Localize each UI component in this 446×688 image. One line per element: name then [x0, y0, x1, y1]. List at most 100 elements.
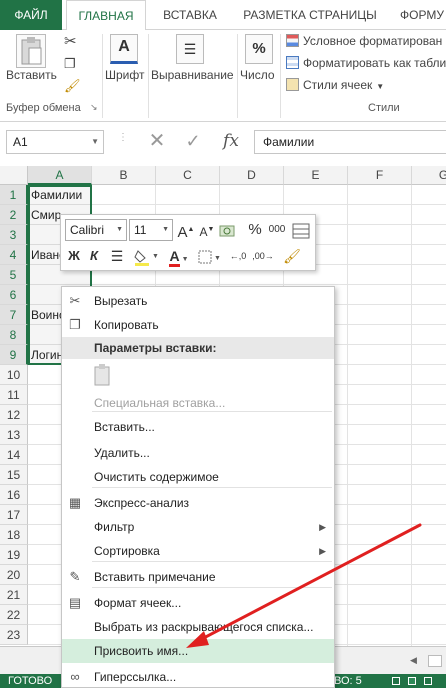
cell-styles-button[interactable]: Стили ячеек ▼: [286, 78, 384, 92]
column-header-e[interactable]: E: [284, 166, 348, 185]
align-center-icon[interactable]: ☰: [107, 245, 127, 267]
conditional-formatting-button[interactable]: Условное форматирован: [286, 34, 442, 48]
menu-item-sort[interactable]: Сортировка ▶: [62, 539, 334, 563]
formula-input[interactable]: Фамилии: [254, 130, 446, 154]
font-group-button[interactable]: Шрифт: [105, 68, 144, 82]
decrease-font-icon[interactable]: A▼: [198, 219, 216, 241]
paste-icon[interactable]: [16, 34, 46, 68]
bold-icon[interactable]: Ж: [65, 245, 83, 267]
chevron-down-icon[interactable]: ▼: [162, 220, 169, 240]
menu-item-delete[interactable]: Удалить...: [62, 441, 334, 465]
enter-icon[interactable]: ✓: [182, 130, 204, 154]
paste-values-icon[interactable]: [92, 363, 114, 387]
cell-a4[interactable]: Иванов: [29, 245, 61, 265]
cancel-icon[interactable]: ✕: [146, 130, 168, 154]
row-header-17[interactable]: 17: [0, 505, 28, 525]
column-header-g[interactable]: G: [412, 166, 446, 185]
scroll-left-icon[interactable]: ◀: [410, 655, 422, 667]
font-color-icon[interactable]: A ▼: [165, 245, 193, 267]
fill-color-icon[interactable]: ▼: [131, 245, 161, 267]
italic-icon[interactable]: К: [85, 245, 103, 267]
horizontal-scrollbar[interactable]: [428, 655, 442, 667]
insert-function-icon[interactable]: fx: [218, 130, 244, 154]
column-header-b[interactable]: B: [92, 166, 156, 185]
row-header-4[interactable]: 4: [0, 245, 28, 265]
row-header-10[interactable]: 10: [0, 365, 28, 385]
clipboard-launcher-icon[interactable]: ↘: [90, 102, 98, 113]
column-header-a[interactable]: A: [28, 166, 92, 185]
menu-item-pick-from-list[interactable]: Выбрать из раскрывающегося списка...: [62, 615, 334, 639]
font-size-field[interactable]: 11 ▼: [129, 219, 173, 241]
paste-label[interactable]: Вставить: [6, 68, 57, 82]
format-painter-icon[interactable]: 🖌: [281, 245, 303, 267]
row-header-16[interactable]: 16: [0, 485, 28, 505]
font-icon[interactable]: A: [110, 34, 138, 64]
chevron-down-icon[interactable]: ▼: [116, 220, 123, 240]
cell-a1[interactable]: Фамилии: [29, 185, 89, 205]
menu-item-define-name[interactable]: Присвоить имя...: [62, 639, 334, 663]
format-as-table-button[interactable]: Форматировать как табли: [286, 56, 446, 70]
borders-icon[interactable]: ▼: [197, 245, 223, 267]
menu-item-insert[interactable]: Вставить...: [62, 415, 334, 439]
menu-item-filter[interactable]: Фильтр ▶: [62, 515, 334, 539]
row-header-19[interactable]: 19: [0, 545, 28, 565]
row-header-18[interactable]: 18: [0, 525, 28, 545]
increase-decimal-icon[interactable]: ←,0: [227, 245, 249, 267]
menu-item-quick-analysis[interactable]: ▦ Экспресс-анализ: [62, 491, 334, 515]
row-header-2[interactable]: 2: [0, 205, 28, 225]
percent-icon[interactable]: %: [246, 219, 264, 241]
tab-page-layout[interactable]: РАЗМЕТКА СТРАНИЦЫ: [236, 0, 384, 30]
row-header-9[interactable]: 9: [0, 345, 28, 365]
row-header-3[interactable]: 3: [0, 225, 28, 245]
row-header-12[interactable]: 12: [0, 405, 28, 425]
alignment-icon[interactable]: ☰: [176, 34, 204, 64]
decrease-decimal-icon[interactable]: ,00→: [251, 245, 275, 267]
alignment-group-button[interactable]: Выравнивание: [151, 68, 234, 82]
page-break-view-icon[interactable]: [424, 677, 432, 685]
row-header-14[interactable]: 14: [0, 445, 28, 465]
menu-item-format-cells[interactable]: ▤ Формат ячеек...: [62, 591, 334, 615]
row-header-11[interactable]: 11: [0, 385, 28, 405]
row-header-20[interactable]: 20: [0, 565, 28, 585]
formula-bar-grip[interactable]: ⋮: [118, 132, 128, 152]
accounting-format-icon[interactable]: [218, 219, 242, 241]
menu-item-clear-contents[interactable]: Очистить содержимое: [62, 465, 334, 489]
menu-item-copy[interactable]: ❐ Копировать: [62, 313, 334, 337]
font-name-field[interactable]: Calibri ▼: [65, 219, 127, 241]
cell-a2[interactable]: Смирнов: [29, 205, 61, 225]
format-painter-icon[interactable]: 🖌: [64, 78, 81, 94]
column-header-d[interactable]: D: [220, 166, 284, 185]
chevron-down-icon[interactable]: ▼: [91, 131, 99, 153]
row-header-7[interactable]: 7: [0, 305, 28, 325]
select-all-corner[interactable]: [0, 166, 28, 185]
row-header-15[interactable]: 15: [0, 465, 28, 485]
number-format-icon[interactable]: %: [245, 34, 273, 64]
menu-item-cut[interactable]: ✂ Вырезать: [62, 289, 334, 313]
page-layout-view-icon[interactable]: [408, 677, 416, 685]
row-header-22[interactable]: 22: [0, 605, 28, 625]
normal-view-icon[interactable]: [392, 677, 400, 685]
cut-icon[interactable]: ✂: [64, 32, 77, 50]
name-box[interactable]: A1 ▼: [6, 130, 104, 154]
tab-insert[interactable]: ВСТАВКА: [150, 0, 230, 30]
column-header-f[interactable]: F: [348, 166, 412, 185]
row-header-13[interactable]: 13: [0, 425, 28, 445]
row-header-1[interactable]: 1: [0, 185, 28, 205]
row-header-23[interactable]: 23: [0, 625, 28, 645]
menu-item-insert-comment[interactable]: ✎ Вставить примечание: [62, 565, 334, 589]
row-header-5[interactable]: 5: [0, 265, 28, 285]
increase-font-icon[interactable]: A▲: [176, 219, 196, 241]
sheet-nav[interactable]: [0, 653, 60, 669]
thousands-separator-icon[interactable]: 000: [266, 219, 288, 241]
copy-icon[interactable]: ❐: [64, 56, 76, 72]
row-header-21[interactable]: 21: [0, 585, 28, 605]
cell-a7[interactable]: Воинов: [29, 305, 61, 325]
number-group-button[interactable]: Число: [240, 68, 275, 82]
tab-file[interactable]: ФАЙЛ: [0, 0, 62, 30]
format-table-icon[interactable]: [291, 219, 311, 241]
row-header-8[interactable]: 8: [0, 325, 28, 345]
column-header-c[interactable]: C: [156, 166, 220, 185]
tab-formulas[interactable]: ФОРМУ: [392, 0, 446, 30]
row-header-6[interactable]: 6: [0, 285, 28, 305]
cell-a9[interactable]: Логинов: [29, 345, 61, 365]
